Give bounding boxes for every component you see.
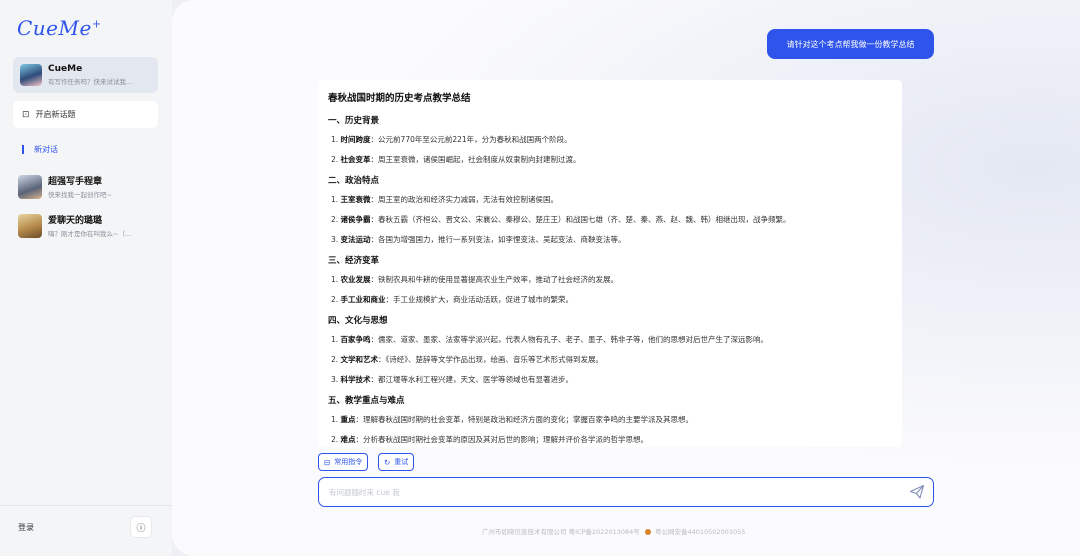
send-icon[interactable] <box>909 484 925 500</box>
conversation-name: 爱聊天的璐璐 <box>48 216 103 226</box>
answer-list-item: 2. 社会变革：周王室衰微，诸侯国崛起，社会制度从奴隶制向封建制过渡。 <box>331 154 892 166</box>
footer-police[interactable]: 粤公网安备44010502003055 <box>655 528 745 536</box>
sidebar: CueMe+ CueMe 有写作任务吗？快来试试我... ⊡ 开启新话题 新对话… <box>0 0 172 556</box>
answer-title: 春秋战国时期的历史考点教学总结 <box>328 93 471 104</box>
item-term: 难点 <box>340 435 356 444</box>
login-link[interactable]: 登录 <box>18 522 34 533</box>
item-text: ：手工业规模扩大，商业活动活跃，促进了城市的繁荣。 <box>385 295 574 304</box>
section-heading: 五、教学重点与难点 <box>328 396 405 406</box>
answer-list-item: 1. 百家争鸣：儒家、道家、墨家、法家等学派兴起，代表人物有孔子、老子、墨子、韩… <box>331 334 892 346</box>
avatar <box>18 213 42 238</box>
item-term: 时间跨度 <box>340 135 371 144</box>
item-text: ：各国为增强国力，推行一系列变法，如李悝变法、吴起变法、商鞅变法等。 <box>370 235 626 244</box>
item-term: 农业发展 <box>340 275 371 284</box>
new-topic-button[interactable]: ⊡ 开启新话题 <box>13 101 158 128</box>
footer: 广州市如晓信息技术有限公司 粤ICP备2022013084号 粤公网安备4401… <box>482 526 745 536</box>
active-indicator <box>22 145 24 154</box>
item-number: 2. <box>331 355 339 364</box>
answer-list-item: 2. 诸侯争霸：春秋五霸（齐桓公、晋文公、宋襄公、秦穆公、楚庄王）和战国七雄（齐… <box>331 214 892 226</box>
new-topic-icon: ⊡ <box>22 109 30 120</box>
answer-list-item: 1. 重点：理解春秋战国时期的社会变革，特别是政治和经济方面的变化；掌握百家争鸣… <box>331 414 892 426</box>
item-text: ：周王室衰微，诸侯国崛起，社会制度从奴隶制向封建制过渡。 <box>370 155 581 164</box>
section-heading: 一、历史背景 <box>328 116 380 126</box>
footer-company[interactable]: 广州市如晓信息技术有限公司 粤ICP备2022013084号 <box>482 528 640 536</box>
info-icon[interactable]: ⓘ <box>130 516 152 538</box>
item-number: 3. <box>331 235 339 244</box>
item-number: 1. <box>331 415 339 424</box>
conversation-preview: 嗨？刚才是你在叫我么~（... <box>48 230 132 238</box>
item-term: 诸侯争霸 <box>340 215 371 224</box>
item-number: 1. <box>331 135 339 144</box>
item-number: 2. <box>331 295 339 304</box>
answer-list-item: 2. 手工业和商业：手工业规模扩大，商业活动活跃，促进了城市的繁荣。 <box>331 294 892 306</box>
divider <box>0 505 172 506</box>
item-text: ：公元前770年至公元前221年，分为春秋和战国两个阶段。 <box>370 135 572 144</box>
new-topic-label: 开启新话题 <box>35 110 76 119</box>
section-heading: 四、文化与思想 <box>328 316 388 326</box>
item-term: 文学和艺术 <box>340 355 379 364</box>
refresh-icon: ↻ <box>384 457 391 467</box>
user-message-bubble: 请针对这个考点帮我做一份教学总结 <box>767 29 934 59</box>
new-chat-label: 新对话 <box>34 145 58 154</box>
answer-list-item: 1. 农业发展：铁制农具和牛耕的使用显著提高农业生产效率，推动了社会经济的发展。 <box>331 274 892 286</box>
item-number: 1. <box>331 275 339 284</box>
item-number: 1. <box>331 335 339 344</box>
chat-main: 请针对这个考点帮我做一份教学总结 春秋战国时期的历史考点教学总结 一、历史背景 1… <box>172 0 1080 556</box>
item-text: ：儒家、道家、墨家、法家等学派兴起，代表人物有孔子、老子、墨子、韩非子等，他们的… <box>370 335 769 344</box>
item-term: 王室衰微 <box>340 195 371 204</box>
item-text: ：《诗经》、楚辞等文学作品出现，绘画、音乐等艺术形式得到发展。 <box>378 355 604 364</box>
item-text: ：都江堰等水利工程兴建，天文、医学等领域也有显著进步。 <box>370 375 574 384</box>
item-term: 社会变革 <box>340 155 371 164</box>
assistant-name: CueMe <box>48 64 83 74</box>
answer-list-item: 1. 时间跨度：公元前770年至公元前221年，分为春秋和战国两个阶段。 <box>331 134 892 146</box>
item-number: 2. <box>331 155 339 164</box>
answer-body: 一、历史背景 1. 时间跨度：公元前770年至公元前221年，分为春秋和战国两个阶… <box>328 114 892 446</box>
assistant-card[interactable]: CueMe 有写作任务吗？快来试试我... <box>13 57 158 93</box>
section-heading: 二、政治特点 <box>328 176 380 186</box>
conversation-item[interactable]: 超强写手程章 快来找我一起创作吧~ <box>18 174 163 199</box>
retry-button[interactable]: ↻ 重试 <box>378 453 415 471</box>
item-number: 2. <box>331 435 339 444</box>
avatar <box>18 174 42 199</box>
answer-list-item: 2. 难点：分析春秋战国时期社会变革的原因及其对后世的影响；理解并评价各学派的哲… <box>331 434 892 446</box>
app-logo[interactable]: CueMe+ <box>17 16 102 40</box>
item-number: 2. <box>331 215 339 224</box>
item-text: ：周王室的政治和经济实力减弱，无法有效控制诸侯国。 <box>370 195 559 204</box>
item-term: 科学技术 <box>340 375 371 384</box>
item-number: 1. <box>331 195 339 204</box>
commands-icon: ⊟ <box>324 457 331 467</box>
item-number: 3. <box>331 375 339 384</box>
item-text: ：分析春秋战国时期社会变革的原因及其对后世的影响；理解并评价各学派的哲学思想。 <box>355 435 649 444</box>
item-text: ：春秋五霸（齐桓公、晋文公、宋襄公、秦穆公、楚庄王）和战国七雄（齐、楚、秦、燕、… <box>370 215 791 224</box>
item-text: ：理解春秋战国时期的社会变革，特别是政治和经济方面的变化；掌握百家争鸣的主要学派… <box>355 415 694 424</box>
answer-list-item: 1. 王室衰微：周王室的政治和经济实力减弱，无法有效控制诸侯国。 <box>331 194 892 206</box>
item-term: 手工业和商业 <box>340 295 386 304</box>
message-input-box <box>318 477 934 507</box>
police-badge-icon <box>644 529 651 535</box>
item-term: 重点 <box>340 415 356 424</box>
message-input[interactable] <box>329 485 889 499</box>
answer-list-item: 3. 科学技术：都江堰等水利工程兴建，天文、医学等领域也有显著进步。 <box>331 374 892 386</box>
conversation-preview: 快来找我一起创作吧~ <box>48 191 112 199</box>
item-term: 变法运动 <box>340 235 371 244</box>
conversation-name: 超强写手程章 <box>48 177 103 187</box>
answer-list-item: 2. 文学和艺术：《诗经》、楚辞等文学作品出现，绘画、音乐等艺术形式得到发展。 <box>331 354 892 366</box>
assistant-subtitle: 有写作任务吗？快来试试我... <box>48 78 133 86</box>
answer-list-item: 3. 变法运动：各国为增强国力，推行一系列变法，如李悝变法、吴起变法、商鞅变法等… <box>331 234 892 246</box>
common-commands-button[interactable]: ⊟ 常用指令 <box>318 453 369 471</box>
item-text: ：铁制农具和牛耕的使用显著提高农业生产效率，推动了社会经济的发展。 <box>370 275 619 284</box>
avatar <box>20 64 42 86</box>
conversation-item[interactable]: 爱聊天的璐璐 嗨？刚才是你在叫我么~（... <box>18 213 163 238</box>
new-chat-item[interactable]: 新对话 <box>22 144 58 155</box>
item-term: 百家争鸣 <box>340 335 371 344</box>
section-heading: 三、经济变革 <box>328 256 380 266</box>
assistant-answer: 春秋战国时期的历史考点教学总结 一、历史背景 1. 时间跨度：公元前770年至公元… <box>318 80 902 447</box>
